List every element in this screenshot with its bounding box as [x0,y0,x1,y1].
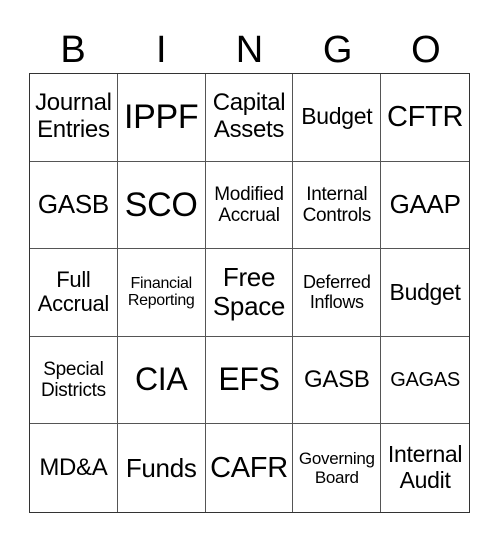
bingo-cell[interactable]: GAAP [381,162,469,250]
bingo-grid: Journal Entries IPPF Capital Assets Budg… [29,73,470,513]
cell-text: Funds [125,452,197,483]
cell-text: Financial Reporting [127,274,195,310]
cell-text: CAFR [210,451,288,484]
cell-text: GASB [304,365,370,393]
cell-text: GASB [37,189,109,220]
cell-text: Internal Audit [387,441,463,494]
bingo-cell[interactable]: GAGAS [381,337,469,425]
cell-text: GAGAS [390,368,460,391]
bingo-cell[interactable]: Budget [381,249,469,337]
bingo-header: B I N G O [29,28,470,73]
cell-text: Capital Assets [212,89,286,144]
bingo-cell[interactable]: Financial Reporting [117,249,206,337]
cell-text: Budget [389,278,461,305]
cell-text: Governing Board [298,449,375,488]
bingo-cell[interactable]: CAFR [206,424,294,512]
bingo-cell[interactable]: Funds [118,424,206,512]
cell-text: Journal Entries [35,89,112,144]
header-letter-g: G [322,29,353,71]
bingo-cell[interactable]: Deferred Inflows [293,249,382,337]
cell-text: Free Space [212,262,286,322]
cell-text: IPPF [124,98,199,137]
cell-text: Budget [301,103,373,130]
header-letter-o: O [411,29,441,71]
bingo-cell[interactable]: Modified Accrual [205,161,294,250]
cell-text: CIA [134,361,188,398]
bingo-cell[interactable]: IPPF [117,74,206,162]
cell-text: CFTR [387,101,464,134]
cell-text: Deferred Inflows [302,272,371,313]
cell-text: Full Accrual [37,266,110,317]
bingo-cell[interactable]: Free Space [205,249,294,337]
bingo-cell[interactable]: Journal Entries [30,74,118,162]
cell-text: SCO [124,185,198,224]
bingo-cell[interactable]: Internal Audit [381,424,469,512]
header-letter-i: I [156,29,167,71]
cell-text: MD&A [39,453,108,481]
bingo-cell[interactable]: CFTR [381,74,469,162]
cell-text: Internal Controls [302,183,372,226]
header-letter-n: N [235,29,264,71]
bingo-cell[interactable]: Capital Assets [205,74,294,162]
bingo-cell[interactable]: Governing Board [293,424,382,512]
cell-text: GAAP [389,189,461,220]
bingo-cell[interactable]: MD&A [30,424,118,512]
bingo-cell[interactable]: Internal Controls [293,161,382,250]
bingo-cell[interactable]: GASB [293,336,382,425]
cell-text: Special Districts [40,358,106,402]
bingo-cell[interactable]: GASB [30,161,118,250]
bingo-cell[interactable]: Special Districts [30,336,118,425]
header-letter-b: B [60,29,86,71]
cell-text: Modified Accrual [214,183,284,226]
bingo-cell[interactable]: EFS [205,336,294,425]
bingo-cell[interactable]: SCO [117,161,206,250]
bingo-cell[interactable]: Budget [293,74,382,162]
bingo-cell[interactable]: CIA [117,336,206,425]
cell-text: EFS [218,361,280,398]
bingo-cell[interactable]: Full Accrual [30,249,118,337]
